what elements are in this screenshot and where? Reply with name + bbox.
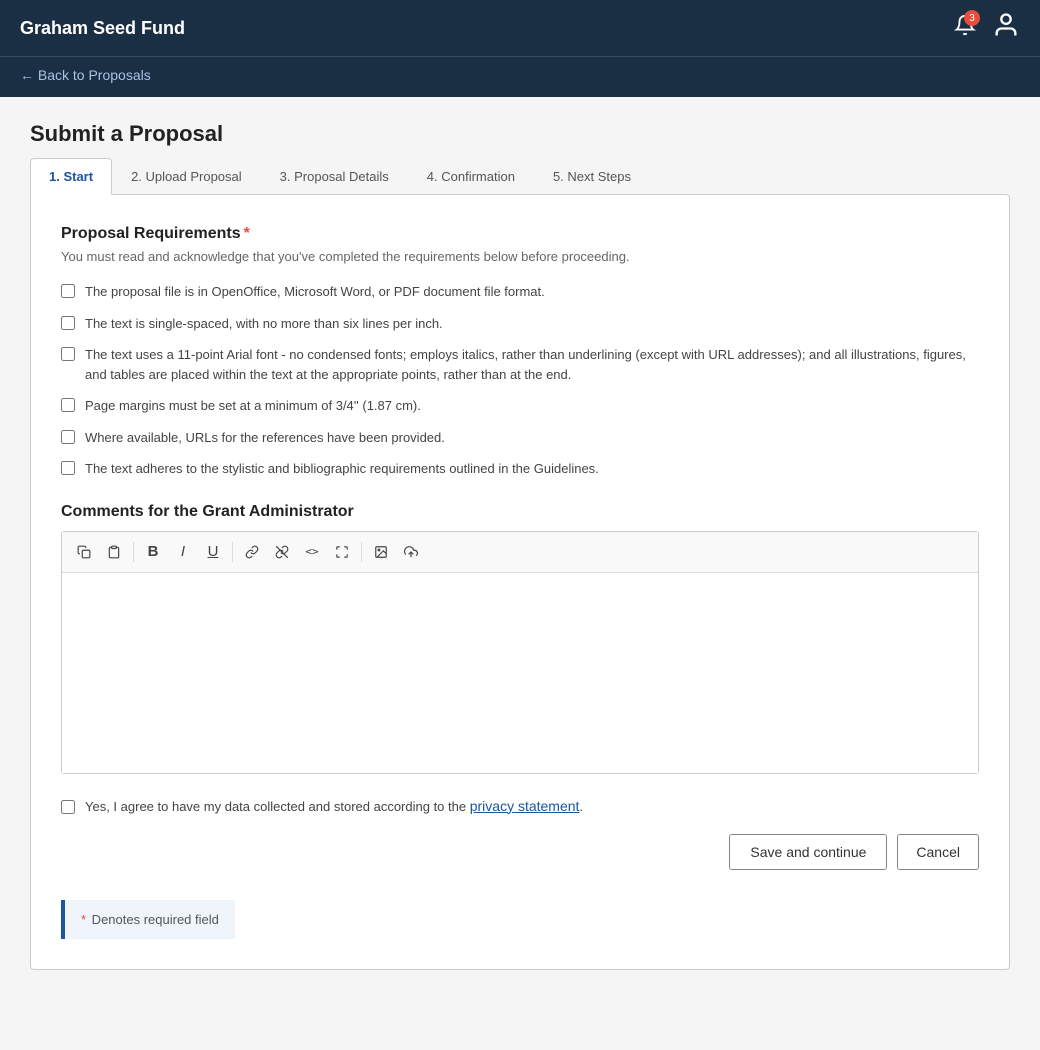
toolbar-image-btn[interactable] [367, 538, 395, 566]
toolbar-link-btn[interactable] [238, 538, 266, 566]
tab-details[interactable]: 3. Proposal Details [261, 158, 408, 195]
required-note-text: Denotes required field [88, 912, 219, 927]
required-field-note: * Denotes required field [61, 900, 235, 939]
toolbar-code-btn[interactable]: <> [298, 538, 326, 566]
toolbar-upload-btn[interactable] [397, 538, 425, 566]
action-buttons: Save and continue Cancel [61, 834, 979, 870]
req6-checkbox[interactable] [61, 461, 75, 475]
required-note-star: * [81, 912, 86, 927]
requirements-title: Proposal Requirements* [61, 225, 979, 243]
req5-checkbox[interactable] [61, 430, 75, 444]
req4-checkbox[interactable] [61, 398, 75, 412]
requirement-item-2: The text is single-spaced, with no more … [61, 314, 979, 334]
editor-toolbar: B I U <> [62, 532, 978, 573]
req1-checkbox[interactable] [61, 284, 75, 298]
requirement-item-6: The text adheres to the stylistic and bi… [61, 459, 979, 479]
toolbar-fullscreen-btn[interactable] [328, 538, 356, 566]
notification-bell[interactable]: 3 [954, 14, 976, 42]
toolbar-paste-btn[interactable] [100, 538, 128, 566]
toolbar-copy-btn[interactable] [70, 538, 98, 566]
requirements-desc: You must read and acknowledge that you'v… [61, 249, 979, 264]
save-continue-button[interactable]: Save and continue [729, 834, 887, 870]
rich-text-editor: B I U <> [61, 531, 979, 774]
user-avatar[interactable] [992, 11, 1020, 45]
comments-editor[interactable] [62, 573, 978, 773]
toolbar-unlink-btn[interactable] [268, 538, 296, 566]
req2-checkbox[interactable] [61, 316, 75, 330]
notification-badge: 3 [964, 10, 980, 26]
requirement-item-1: The proposal file is in OpenOffice, Micr… [61, 282, 979, 302]
comments-section: Comments for the Grant Administrator B I… [61, 503, 979, 774]
toolbar-underline-btn[interactable]: U [199, 538, 227, 566]
form-card: Proposal Requirements* You must read and… [30, 194, 1010, 970]
app-title: Graham Seed Fund [20, 18, 185, 39]
req5-label: Where available, URLs for the references… [85, 428, 445, 448]
privacy-checkbox[interactable] [61, 800, 75, 814]
tab-confirmation[interactable]: 4. Confirmation [408, 158, 534, 195]
tabs-wrapper: 1. Start 2. Upload Proposal 3. Proposal … [30, 157, 1010, 194]
requirement-item-4: Page margins must be set at a minimum of… [61, 396, 979, 416]
required-star: * [244, 225, 250, 242]
cancel-button[interactable]: Cancel [897, 834, 979, 870]
privacy-text-after: . [579, 799, 583, 814]
privacy-statement-link[interactable]: privacy statement [470, 798, 580, 814]
page-content: Submit a Proposal 1. Start 2. Upload Pro… [0, 97, 1040, 994]
req3-label: The text uses a 11-point Arial font - no… [85, 345, 979, 384]
req4-label: Page margins must be set at a minimum of… [85, 396, 421, 416]
req2-label: The text is single-spaced, with no more … [85, 314, 443, 334]
page-title: Submit a Proposal [30, 121, 1010, 147]
tab-next-steps[interactable]: 5. Next Steps [534, 158, 650, 195]
comments-title: Comments for the Grant Administrator [61, 503, 979, 521]
privacy-label: Yes, I agree to have my data collected a… [85, 798, 583, 814]
tab-upload[interactable]: 2. Upload Proposal [112, 158, 261, 195]
requirement-item-5: Where available, URLs for the references… [61, 428, 979, 448]
toolbar-bold-btn[interactable]: B [139, 538, 167, 566]
requirement-item-3: The text uses a 11-point Arial font - no… [61, 345, 979, 384]
required-note-wrapper: * Denotes required field [61, 900, 979, 939]
req1-label: The proposal file is in OpenOffice, Micr… [85, 282, 545, 302]
privacy-text-before: Yes, I agree to have my data collected a… [85, 799, 470, 814]
tab-start[interactable]: 1. Start [30, 158, 112, 195]
requirements-section: Proposal Requirements* You must read and… [61, 225, 979, 479]
req6-label: The text adheres to the stylistic and bi… [85, 459, 599, 479]
toolbar-italic-btn[interactable]: I [169, 538, 197, 566]
privacy-section: Yes, I agree to have my data collected a… [61, 798, 979, 814]
header-icons: 3 [954, 11, 1020, 45]
req3-checkbox[interactable] [61, 347, 75, 361]
tab-bar: 1. Start 2. Upload Proposal 3. Proposal … [30, 157, 1010, 194]
back-nav: ← Back to Proposals [0, 56, 1040, 97]
back-to-proposals-link[interactable]: ← Back to Proposals [20, 67, 151, 83]
app-header: Graham Seed Fund 3 [0, 0, 1040, 56]
